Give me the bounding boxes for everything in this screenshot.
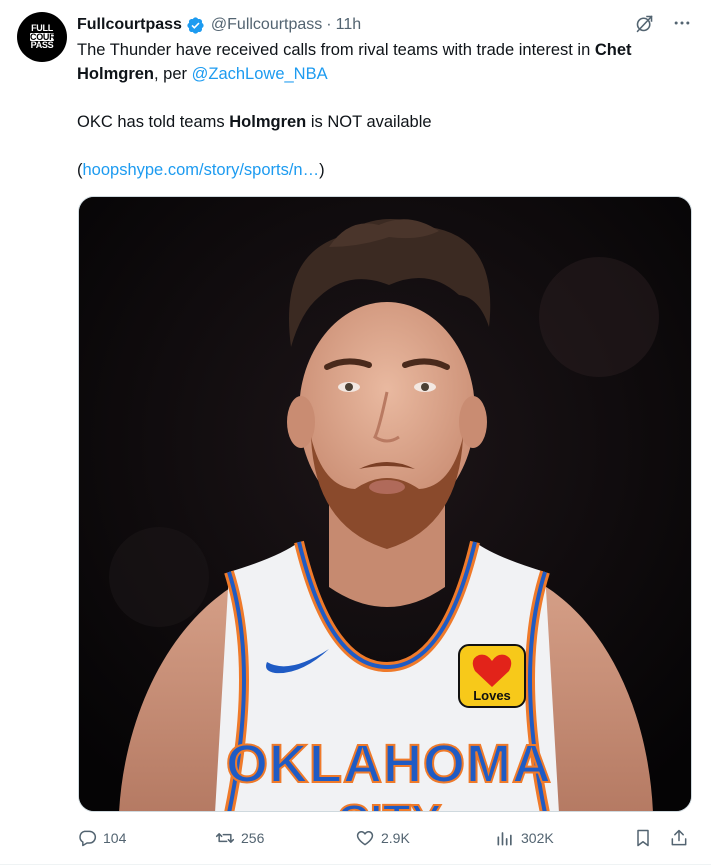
reply-count: 104	[103, 830, 127, 846]
reply-icon	[79, 830, 97, 847]
view-count: 302K	[521, 830, 554, 846]
author-name[interactable]: Fullcourtpass	[77, 16, 182, 34]
grok-icon[interactable]	[633, 12, 655, 34]
verified-badge-icon	[187, 16, 204, 34]
like-button[interactable]: 2.9K	[355, 826, 410, 850]
tweet-paragraph-2: OKC has told teams Holmgren is NOT avail…	[77, 113, 432, 131]
jersey-text: OKLAHOMA	[226, 734, 552, 794]
share-button[interactable]	[669, 826, 689, 850]
views-icon	[497, 832, 512, 846]
player-photo: Loves OKLAHOMA CITY	[79, 197, 691, 812]
patch-text: Loves	[473, 688, 511, 703]
action-bar: 104 256 2.9K 302K	[77, 826, 691, 850]
reply-button[interactable]: 104	[77, 826, 126, 850]
author-handle[interactable]: @Fullcourtpass	[211, 16, 322, 34]
mention-link[interactable]: @ZachLowe_NBA	[192, 65, 328, 83]
views-button[interactable]: 302K	[495, 826, 554, 850]
more-icon[interactable]	[671, 12, 693, 34]
header-separator: ·	[326, 16, 332, 33]
bookmark-icon	[637, 829, 649, 847]
share-icon	[671, 829, 687, 846]
tweet-time[interactable]: 11h	[336, 16, 362, 34]
tweet-paragraph-3: (hoopshype.com/story/sports/n…)	[77, 161, 325, 179]
article-link[interactable]: hoopshype.com/story/sports/n…	[83, 161, 320, 179]
tweet-header: Fullcourtpass @Fullcourtpass · 11h	[77, 14, 361, 36]
tweet-image[interactable]: Loves OKLAHOMA CITY	[78, 196, 692, 812]
avatar[interactable]: FULL COURT PASS	[17, 12, 67, 62]
tweet-paragraph-1: The Thunder have received calls from riv…	[77, 41, 632, 83]
avatar-logo: FULL COURT PASS	[30, 23, 61, 50]
bookmark-button[interactable]	[633, 826, 653, 850]
tweet-card[interactable]: FULL COURT PASS Fullcourtpass @Fullcourt…	[0, 0, 711, 865]
jersey-text-2: CITY	[337, 795, 442, 812]
top-icons	[633, 12, 693, 34]
repost-icon	[215, 833, 235, 843]
like-icon	[356, 831, 374, 846]
repost-count: 256	[241, 830, 265, 846]
like-count: 2.9K	[381, 830, 410, 846]
repost-button[interactable]: 256	[215, 826, 264, 850]
tweet-text: The Thunder have received calls from riv…	[77, 38, 697, 182]
